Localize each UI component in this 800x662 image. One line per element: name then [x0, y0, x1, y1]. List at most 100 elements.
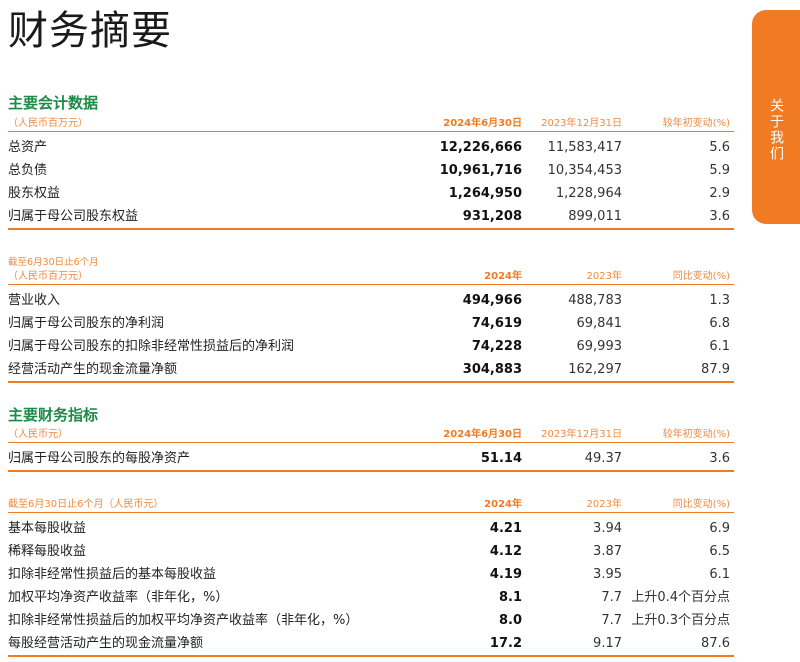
cell-value: 3.6 — [709, 451, 730, 466]
per-share-net-assets-table: （人民币元） 2024年6月30日 2023年12月31日 较年初变动(%) 归… — [8, 425, 734, 472]
cell-value: 69,993 — [576, 339, 623, 354]
column-header: 同比变动(%) — [672, 271, 730, 282]
cell-value: 1,264,950 — [448, 186, 522, 201]
table-row: 稀释每股收益 4.12 3.87 6.5 — [8, 540, 734, 563]
cell-value: 162,297 — [568, 362, 622, 377]
cell-value: 8.0 — [498, 613, 522, 628]
row-label: 每股经营活动产生的现金流量净额 — [8, 636, 204, 651]
table-row: 总资产 12,226,666 11,583,417 5.6 — [8, 136, 734, 159]
column-header: 2024年6月30日 — [443, 118, 522, 129]
cell-value: 10,354,453 — [547, 163, 622, 178]
cell-value: 17.2 — [489, 636, 522, 651]
cell-value: 6.1 — [709, 567, 730, 582]
cell-value: 488,783 — [568, 293, 622, 308]
column-header: 2023年12月31日 — [541, 429, 622, 440]
cell-value: 3.87 — [593, 544, 622, 559]
cell-value: 74,619 — [471, 316, 522, 331]
cell-value: 4.19 — [489, 567, 522, 582]
cell-value: 6.8 — [709, 316, 730, 331]
side-nav-tab-label: 关于我们 — [768, 98, 784, 162]
section-title-financial-indicators: 主要财务指标 — [8, 406, 99, 424]
column-header: 2023年 — [586, 271, 622, 282]
page-title: 财务摘要 — [8, 8, 172, 54]
table-row: 扣除非经常性损益后的加权平均净资产收益率（非年化，%） 8.0 7.7 上升0.3个百… — [8, 609, 734, 632]
table-row: 经营活动产生的现金流量净额 304,883 162,297 87.9 — [8, 358, 734, 383]
cell-value: 6.1 — [709, 339, 730, 354]
cell-value: 74,228 — [471, 339, 522, 354]
table-row: 股东权益 1,264,950 1,228,964 2.9 — [8, 182, 734, 205]
column-header: 较年初变动(%) — [662, 429, 730, 440]
table-row: 每股经营活动产生的现金流量净额 17.2 9.17 87.6 — [8, 632, 734, 657]
unit-note: （人民币百万元） — [8, 118, 88, 129]
cell-value: 6.5 — [709, 544, 730, 559]
column-header: 2023年12月31日 — [541, 118, 622, 129]
cell-value: 7.7 — [601, 613, 622, 628]
cell-value: 304,883 — [462, 362, 522, 377]
row-label: 归属于母公司股东的扣除非经常性损益后的净利润 — [8, 339, 295, 354]
cell-value: 87.9 — [701, 362, 730, 377]
row-label: 扣除非经常性损益后的加权平均净资产收益率（非年化，%） — [8, 613, 359, 628]
cell-value: 上升0.3个百分点 — [631, 613, 730, 628]
unit-note: （人民币元） — [8, 429, 68, 440]
period-note: 截至6月30日止6个月 — [8, 257, 99, 268]
cell-value: 2.9 — [709, 186, 730, 201]
cell-value: 899,011 — [568, 209, 622, 224]
balance-sheet-table: （人民币百万元） 2024年6月30日 2023年12月31日 较年初变动(%)… — [8, 114, 734, 230]
row-label: 经营活动产生的现金流量净额 — [8, 362, 178, 377]
row-label: 归属于母公司股东的净利润 — [8, 316, 165, 331]
cell-value: 3.6 — [709, 209, 730, 224]
row-label: 营业收入 — [8, 293, 61, 308]
row-label: 归属于母公司股东的每股净资产 — [8, 451, 191, 466]
column-header: 同比变动(%) — [672, 499, 730, 510]
table-row: 总负债 10,961,716 10,354,453 5.9 — [8, 159, 734, 182]
section-title-accounting-data: 主要会计数据 — [8, 94, 99, 112]
per-share-indicators-table: 截至6月30日止6个月（人民币元） 2024年 2023年 同比变动(%) 基本… — [8, 495, 734, 657]
cell-value: 3.95 — [593, 567, 622, 582]
cell-value: 10,961,716 — [439, 163, 522, 178]
cell-value: 494,966 — [462, 293, 522, 308]
column-header: 较年初变动(%) — [662, 118, 730, 129]
unit-note: （人民币百万元） — [8, 271, 88, 282]
column-header: 2023年 — [586, 499, 622, 510]
cell-value: 12,226,666 — [439, 140, 522, 155]
cell-value: 931,208 — [462, 209, 522, 224]
cell-value: 3.94 — [593, 521, 622, 536]
cell-value: 1,228,964 — [555, 186, 622, 201]
cell-value: 上升0.4个百分点 — [631, 590, 730, 605]
table-row: 基本每股收益 4.21 3.94 6.9 — [8, 517, 734, 540]
cell-value: 87.6 — [701, 636, 730, 651]
row-label: 总负债 — [8, 163, 48, 178]
table-row: 营业收入 494,966 488,783 1.3 — [8, 289, 734, 312]
cell-value: 4.21 — [489, 521, 522, 536]
cell-value: 7.7 — [601, 590, 622, 605]
column-header: 2024年 — [484, 499, 522, 510]
cell-value: 5.6 — [709, 140, 730, 155]
table-header: （人民币元） 2024年6月30日 2023年12月31日 较年初变动(%) — [8, 425, 734, 443]
row-label: 总资产 — [8, 140, 48, 155]
row-label: 基本每股收益 — [8, 521, 87, 536]
table-header: （人民币百万元） 2024年6月30日 2023年12月31日 较年初变动(%) — [8, 114, 734, 132]
cell-value: 8.1 — [498, 590, 522, 605]
row-label: 股东权益 — [8, 186, 61, 201]
cell-value: 4.12 — [489, 544, 522, 559]
cell-value: 49.37 — [584, 451, 622, 466]
table-row: 扣除非经常性损益后的基本每股收益 4.19 3.95 6.1 — [8, 563, 734, 586]
table-row: 归属于母公司股东的净利润 74,619 69,841 6.8 — [8, 312, 734, 335]
row-label: 扣除非经常性损益后的基本每股收益 — [8, 567, 217, 582]
table-row: 归属于母公司股东权益 931,208 899,011 3.6 — [8, 205, 734, 230]
cell-value: 6.9 — [709, 521, 730, 536]
cell-value: 5.9 — [709, 163, 730, 178]
column-header: 2024年 — [484, 271, 522, 282]
table-row: 归属于母公司股东的每股净资产 51.14 49.37 3.6 — [8, 447, 734, 472]
cell-value: 9.17 — [593, 636, 622, 651]
table-row: 加权平均净资产收益率（非年化，%） 8.1 7.7 上升0.4个百分点 — [8, 586, 734, 609]
column-header: 2024年6月30日 — [443, 429, 522, 440]
row-label: 归属于母公司股东权益 — [8, 209, 139, 224]
row-label: 稀释每股收益 — [8, 544, 87, 559]
table-header: 截至6月30日止6个月 （人民币百万元） 2024年 2023年 同比变动(%) — [8, 257, 734, 285]
table-row: 归属于母公司股东的扣除非经常性损益后的净利润 74,228 69,993 6.1 — [8, 335, 734, 358]
row-label: 加权平均净资产收益率（非年化，%） — [8, 590, 229, 605]
side-nav-tab[interactable]: 关于我们 — [752, 10, 800, 224]
unit-note: 截至6月30日止6个月（人民币元） — [8, 499, 164, 510]
cell-value: 51.14 — [480, 451, 522, 466]
